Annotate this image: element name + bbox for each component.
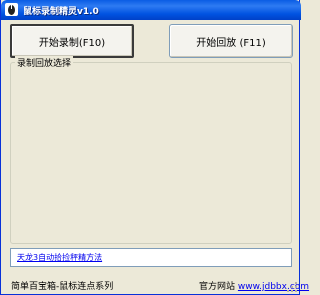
resize-grip-icon[interactable]: [286, 281, 298, 293]
title-bar[interactable]: 鼠标录制精灵v1.0: [1, 0, 301, 20]
record-playback-groupbox: 录制回放选择: [10, 56, 292, 244]
site-url-link[interactable]: www.jdbbx.com: [238, 282, 309, 292]
site-label: 官方网站: [199, 282, 236, 292]
start-record-button[interactable]: 开始录制(F10): [10, 24, 134, 58]
link-panel: 天龙3自动拾捡秤精方法: [10, 248, 292, 267]
series-label: 简单百宝箱-鼠标连点系列: [11, 282, 114, 292]
start-playback-button[interactable]: 开始回放 (F11): [169, 24, 293, 58]
window-title: 鼠标录制精灵v1.0: [23, 7, 99, 17]
main-window: 鼠标录制精灵v1.0 开始录制(F10) 开始回放 (F11) 录制回放选择 天…: [0, 0, 309, 295]
tip-link[interactable]: 天龙3自动拾捡秤精方法: [17, 252, 102, 263]
mouse-app-icon: [5, 3, 18, 16]
groupbox-title: 录制回放选择: [15, 56, 74, 69]
